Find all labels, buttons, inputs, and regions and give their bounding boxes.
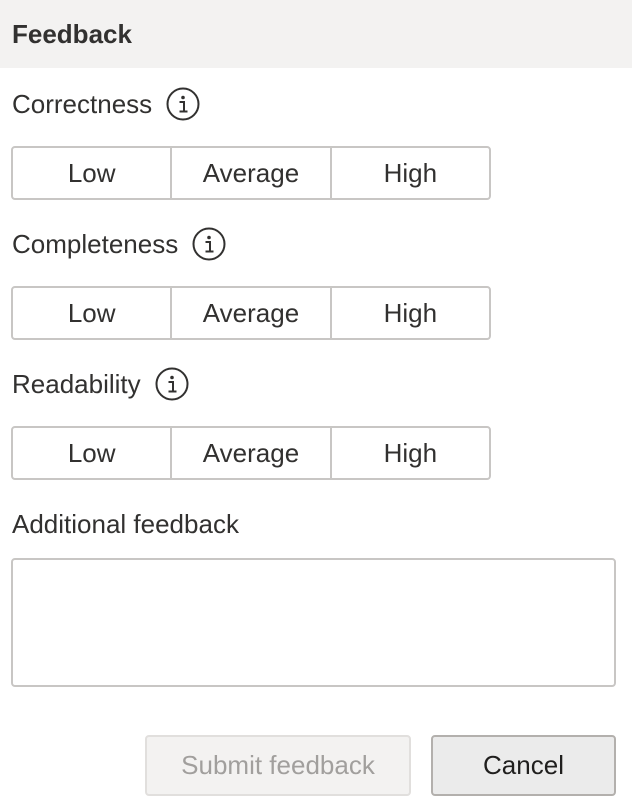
readability-high-button[interactable]: High xyxy=(329,426,491,480)
completeness-rating-group: Low Average High xyxy=(11,286,491,340)
submit-feedback-button[interactable]: Submit feedback xyxy=(145,735,411,796)
cancel-button[interactable]: Cancel xyxy=(431,735,616,796)
completeness-low-button[interactable]: Low xyxy=(11,286,173,340)
panel-header: Feedback xyxy=(0,0,632,68)
completeness-high-button[interactable]: High xyxy=(329,286,491,340)
correctness-average-button[interactable]: Average xyxy=(170,146,332,200)
additional-feedback-input[interactable] xyxy=(11,558,616,687)
completeness-label: Completeness xyxy=(12,229,179,259)
correctness-rating-group: Low Average High xyxy=(11,146,491,200)
correctness-label: Correctness xyxy=(12,89,153,119)
panel-title: Feedback xyxy=(12,19,132,49)
info-icon[interactable] xyxy=(155,367,189,401)
readability-label-row: Readability xyxy=(12,366,189,402)
correctness-high-button[interactable]: High xyxy=(329,146,491,200)
readability-low-button[interactable]: Low xyxy=(11,426,173,480)
info-icon[interactable] xyxy=(166,87,200,121)
correctness-label-row: Correctness xyxy=(12,86,200,122)
readability-label: Readability xyxy=(12,369,141,399)
additional-feedback-label: Additional feedback xyxy=(12,509,239,539)
readability-rating-group: Low Average High xyxy=(11,426,491,480)
completeness-label-row: Completeness xyxy=(12,226,226,262)
correctness-low-button[interactable]: Low xyxy=(11,146,173,200)
completeness-average-button[interactable]: Average xyxy=(170,286,332,340)
additional-feedback-label-row: Additional feedback xyxy=(12,506,239,542)
info-icon[interactable] xyxy=(192,227,226,261)
readability-average-button[interactable]: Average xyxy=(170,426,332,480)
